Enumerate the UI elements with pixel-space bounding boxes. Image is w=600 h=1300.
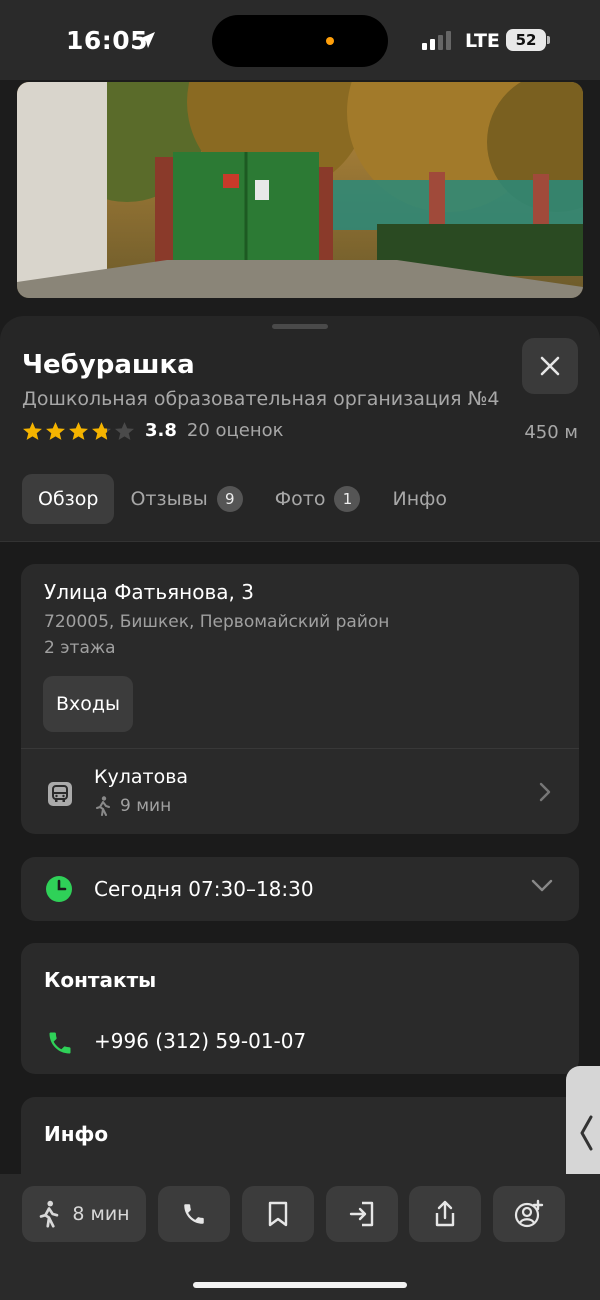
- info-card: Инфо: [21, 1097, 579, 1174]
- phone-number[interactable]: +996 (312) 59-01-07: [94, 1029, 306, 1053]
- battery-icon: 52: [506, 29, 546, 51]
- tab-info[interactable]: Инфо: [376, 474, 463, 524]
- bookmark-button[interactable]: [242, 1186, 314, 1242]
- address-card: Улица Фатьянова, 3 720005, Бишкек, Перво…: [21, 564, 579, 834]
- star-icon: [23, 421, 42, 440]
- star-icon: [69, 421, 88, 440]
- bus-icon: [48, 782, 72, 806]
- star-icon: [115, 421, 134, 440]
- rating-count: 20 оценок: [186, 420, 284, 441]
- phone-icon: [184, 1204, 204, 1224]
- reviews-count-badge: 9: [216, 486, 243, 512]
- star-icon: [46, 421, 65, 440]
- tab-reviews[interactable]: Отзывы 9: [114, 474, 258, 524]
- chevron-right-icon: [539, 782, 551, 802]
- rating-row[interactable]: 3.8 20 оценок: [22, 420, 284, 441]
- status-time: 16:05: [66, 26, 149, 55]
- add-person-button[interactable]: [493, 1186, 565, 1242]
- building-floors: 2 этажа: [44, 638, 116, 658]
- home-indicator[interactable]: [193, 1282, 407, 1288]
- dynamic-island: [212, 15, 388, 67]
- chevron-left-icon: [580, 1115, 593, 1151]
- rating-stars: [22, 421, 135, 441]
- star-icon: [92, 421, 111, 440]
- call-button[interactable]: [158, 1186, 230, 1242]
- close-button[interactable]: [522, 338, 578, 394]
- tab-bar: Обзор Отзывы 9 Фото 1 Инфо: [22, 474, 463, 524]
- add-person-icon: [514, 1199, 544, 1228]
- location-arrow-icon: [137, 30, 157, 54]
- network-type: LTE: [465, 30, 500, 52]
- share-button[interactable]: [409, 1186, 481, 1242]
- walking-icon: [96, 796, 110, 816]
- entrances-button[interactable]: Входы: [43, 676, 134, 732]
- entrance-button[interactable]: [326, 1186, 398, 1242]
- details-scroll-area[interactable]: Улица Фатьянова, 3 720005, Бишкек, Перво…: [0, 542, 600, 1174]
- rating-value: 3.8: [145, 420, 177, 441]
- place-title: Чебурашка: [22, 350, 195, 380]
- chevron-down-icon: [531, 879, 553, 892]
- share-icon: [435, 1200, 455, 1227]
- sheet-grabber[interactable]: [272, 324, 328, 329]
- place-category: Дошкольная образовательная организация №…: [22, 388, 500, 410]
- bookmark-icon: [268, 1201, 288, 1227]
- walk-route-button[interactable]: 8 мин: [22, 1186, 146, 1242]
- action-toolbar: 8 мин: [0, 1174, 600, 1300]
- phone-icon: [49, 1032, 71, 1054]
- address-postal: 720005, Бишкек, Первомайский район: [44, 612, 390, 632]
- address-street[interactable]: Улица Фатьянова, 3: [44, 580, 254, 604]
- transit-walk-time: 9 мин: [94, 796, 171, 816]
- status-bar: 16:05 LTE 52: [0, 0, 600, 80]
- tab-overview[interactable]: Обзор: [22, 474, 115, 524]
- info-title: Инфо: [44, 1122, 109, 1146]
- signal-icon: [422, 30, 454, 54]
- tab-photos[interactable]: Фото 1: [259, 474, 377, 524]
- place-photo[interactable]: [17, 82, 583, 298]
- hours-today: Сегодня 07:30–18:30: [94, 877, 314, 901]
- transit-stop-name[interactable]: Кулатова: [94, 766, 188, 788]
- hours-card[interactable]: Сегодня 07:30–18:30: [21, 857, 579, 921]
- close-icon: [540, 356, 560, 376]
- contacts-card: Контакты +996 (312) 59-01-07: [21, 943, 579, 1074]
- distance: 450 м: [524, 422, 578, 443]
- contacts-title: Контакты: [44, 968, 157, 992]
- clock-icon: [46, 876, 72, 902]
- login-icon: [349, 1201, 374, 1227]
- walking-icon: [40, 1200, 59, 1228]
- photos-count-badge: 1: [334, 486, 361, 512]
